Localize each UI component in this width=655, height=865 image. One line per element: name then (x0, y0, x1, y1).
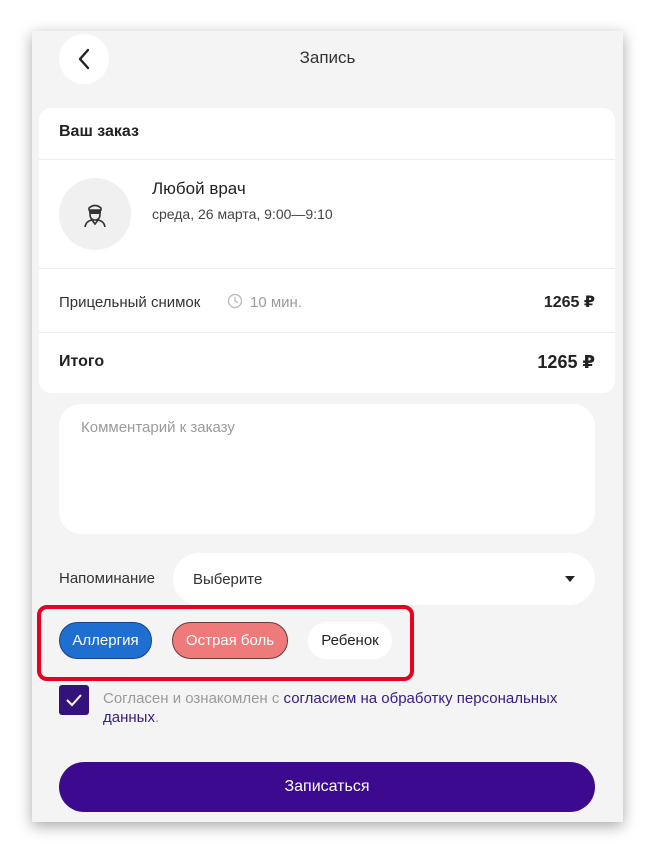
caret-down-icon (565, 576, 575, 582)
service-name: Прицельный снимок (59, 294, 201, 311)
service-duration: 10 мин. (250, 294, 302, 311)
reminder-label: Напоминание (59, 570, 155, 587)
order-summary-card: Ваш заказ Любой врач среда, 26 марта, 9:… (39, 108, 615, 393)
app-window: Запись Ваш заказ Любой врач среда, 26 ма… (32, 31, 623, 822)
comment-placeholder: Комментарий к заказу (81, 419, 235, 436)
checkmark-icon (66, 694, 82, 707)
reminder-select[interactable]: Выберите (173, 553, 595, 605)
clock-icon (227, 293, 243, 309)
consent-text: Согласен и ознакомлен с согласием на обр… (103, 689, 603, 727)
divider (39, 332, 615, 333)
doctor-icon (84, 204, 106, 228)
total-label: Итого (59, 353, 105, 370)
consent-suffix: . (154, 709, 160, 726)
total-price: 1265 ₽ (537, 352, 595, 372)
reminder-selected-value: Выберите (193, 570, 263, 588)
service-price: 1265 ₽ (543, 294, 595, 311)
tag-allergy[interactable]: Аллергия (59, 622, 152, 659)
tag-acute-pain[interactable]: Острая боль (172, 622, 288, 659)
page-title: Запись (299, 48, 356, 67)
comment-input[interactable]: Комментарий к заказу (59, 404, 595, 534)
tag-child[interactable]: Ребенок (308, 622, 392, 659)
order-heading: Ваш заказ (59, 123, 139, 140)
consent-checkbox[interactable] (59, 685, 89, 715)
divider (39, 268, 615, 269)
consent-prefix: Согласен и ознакомлен с (103, 690, 284, 707)
appointment-datetime: среда, 26 марта, 9:00—9:10 (152, 206, 333, 222)
doctor-avatar (59, 178, 131, 250)
submit-button[interactable]: Записаться (59, 762, 595, 812)
doctor-name: Любой врач (152, 179, 246, 198)
divider (39, 159, 615, 160)
